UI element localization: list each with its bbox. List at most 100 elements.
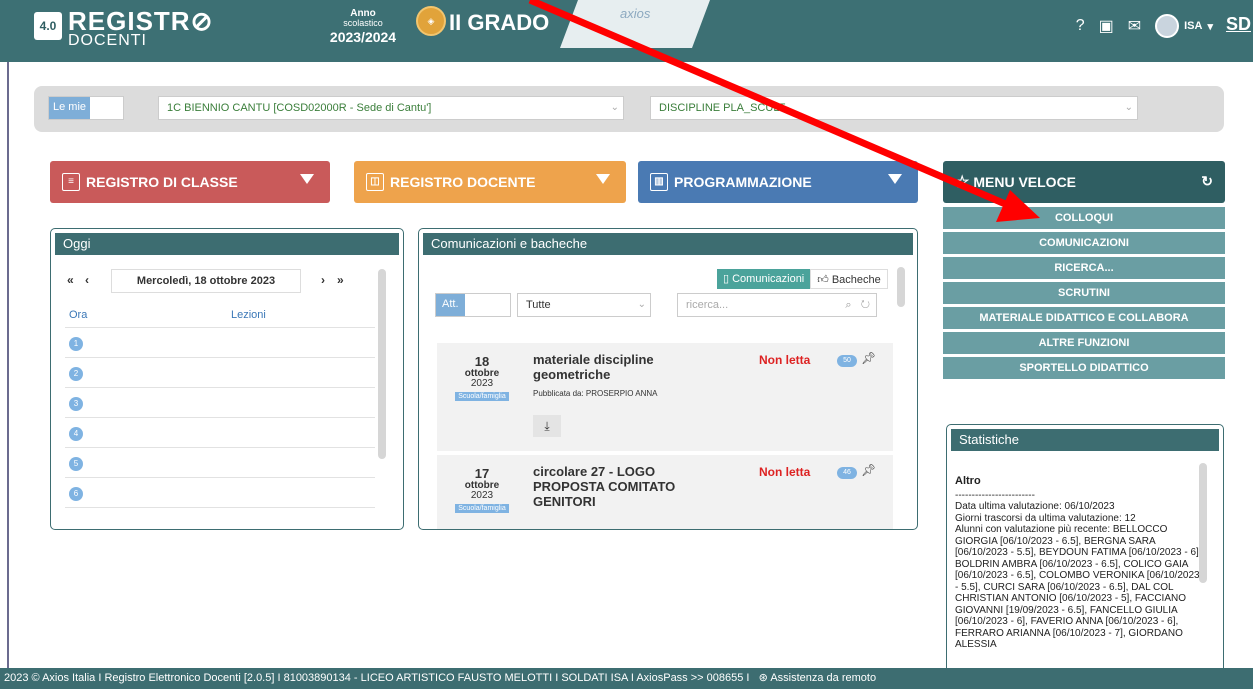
chevron-down-icon: ⌄ (1124, 102, 1133, 113)
prev-day-button[interactable]: ‹ (85, 273, 89, 287)
row-divider (65, 327, 375, 328)
anno-value: 2023/2024 (329, 28, 397, 45)
logo-icon: 4.0 (34, 12, 62, 40)
programmazione-button[interactable]: ▥ PROGRAMMAZIONE (638, 161, 918, 203)
item-count: 50 (837, 355, 857, 367)
app-header: 4.0 REGISTR⊘ DOCENTI Anno scolastico 202… (0, 0, 1253, 62)
tab-comunicazioni-label: Comunicazioni (732, 273, 805, 285)
oggi-scrollbar[interactable] (378, 269, 386, 459)
item-date: 18 ottobre 2023 Scuola/famiglia (455, 355, 509, 401)
grado-label: II GRADO (449, 10, 550, 35)
class-select-value: 1C BIENNIO CANTU [COSD02000R - Sede di C… (167, 102, 432, 114)
star-icon: ☆ (955, 174, 970, 191)
comunicazioni-panel: Comunicazioni e bacheche ▯ Comunicazioni… (418, 228, 918, 530)
quick-item-ricerca[interactable]: RICERCA... (943, 257, 1225, 279)
axios-tab[interactable]: axios (560, 0, 710, 48)
item-status: Non letta (759, 465, 811, 479)
filter-select[interactable]: Tutte ⌄ (517, 293, 651, 317)
hour-badge: 4 (69, 427, 83, 441)
school-badge-icon: ◈ (416, 6, 446, 36)
registro-docente-label: REGISTRO DOCENTE (390, 174, 536, 190)
hour-badge: 5 (69, 457, 83, 471)
chevron-down-icon: ⌄ (610, 102, 619, 113)
stat-students: Alunni con valutazione più recente: BELL… (955, 524, 1202, 651)
statistiche-panel: Statistiche Altro ----------------------… (946, 424, 1224, 674)
search-icon[interactable]: ⌕ (845, 299, 851, 311)
att-label: Att. (436, 294, 465, 316)
date-navigator: « ‹ Mercoledì, 18 ottobre 2023 › » (67, 269, 367, 293)
com-scrollbar[interactable] (897, 267, 905, 307)
com-tabs: ▯ Comunicazioni 👍︎ Bacheche (717, 269, 888, 289)
lemie-label: Le mie (49, 97, 91, 119)
menu-veloce-label: MENU VELOCE (973, 174, 1077, 190)
statistiche-body: Altro ------------------------ Data ulti… (955, 475, 1203, 651)
item-title[interactable]: circolare 27 - LOGO PROPOSTA COMITATO GE… (533, 464, 723, 510)
quick-menu: COLLOQUI COMUNICAZIONI RICERCA... SCRUTI… (943, 207, 1225, 382)
item-year: 2023 (470, 378, 494, 390)
history-icon[interactable]: ↻ (1201, 173, 1213, 190)
left-border (7, 62, 9, 668)
download-icon[interactable]: ⤓ (533, 415, 561, 437)
card-icon[interactable]: ▣ (1099, 16, 1114, 36)
row-divider (65, 417, 375, 418)
comunicazioni-title: Comunicazioni e bacheche (423, 233, 913, 255)
item-date: 17 ottobre 2023 Scuola/famiglia (455, 467, 509, 513)
quick-item-comunicazioni[interactable]: COMUNICAZIONI (943, 232, 1225, 254)
search-input[interactable]: ricerca... ⌕ ↻ (677, 293, 877, 317)
oggi-title: Oggi (55, 233, 399, 255)
att-toggle[interactable]: Att. (435, 293, 511, 317)
hour-badge: 2 (69, 367, 83, 381)
stat-last-eval: Data ultima valutazione: 06/10/2023 (955, 501, 1115, 513)
footer-text: 2023 © Axios Italia I Registro Elettroni… (4, 672, 750, 684)
lemie-toggle[interactable]: Le mie (48, 96, 124, 120)
refresh-icon[interactable]: ↻ (861, 299, 870, 311)
quick-item-scrutini[interactable]: SCRUTINI (943, 282, 1225, 304)
corner-link[interactable]: SD (1226, 14, 1251, 35)
logo-subtitle: DOCENTI (68, 32, 147, 49)
quick-item-colloqui[interactable]: COLLOQUI (943, 207, 1225, 229)
user-menu[interactable]: ISA ▾ (1155, 14, 1213, 38)
help-icon[interactable]: ? (1076, 17, 1085, 35)
tab-bacheche-label: Bacheche (831, 274, 881, 286)
footer: 2023 © Axios Italia I Registro Elettroni… (0, 668, 1253, 689)
filter-bar: Le mie 1C BIENNIO CANTU [COSD02000R - Se… (34, 86, 1224, 132)
pin-icon[interactable]: 📌︎ (861, 351, 876, 365)
current-date[interactable]: Mercoledì, 18 ottobre 2023 (111, 269, 301, 293)
next-day-button[interactable]: › (321, 273, 325, 287)
school-year[interactable]: Anno scolastico 2023/2024 (318, 8, 408, 45)
search-placeholder: ricerca... (686, 299, 729, 311)
quick-item-materiale[interactable]: MATERIALE DIDATTICO E COLLABORA (943, 307, 1225, 329)
last-day-button[interactable]: » (337, 273, 344, 287)
lezioni-header: Lezioni (231, 309, 266, 321)
stat-scrollbar[interactable] (1199, 463, 1207, 583)
tab-bacheche[interactable]: 👍︎ Bacheche (810, 269, 888, 289)
class-select[interactable]: 1C BIENNIO CANTU [COSD02000R - Sede di C… (158, 96, 624, 120)
assist-link[interactable]: Assistenza da remoto (770, 672, 876, 684)
assist-icon: ⊛ (752, 672, 771, 684)
pin-icon[interactable]: 📌︎ (861, 463, 876, 477)
list-item[interactable]: 18 ottobre 2023 Scuola/famiglia material… (437, 343, 893, 451)
row-divider (65, 357, 375, 358)
header-icons: ? ▣ ✉ ISA ▾ (1076, 14, 1213, 38)
row-divider (65, 447, 375, 448)
registro-docente-button[interactable]: ◫ REGISTRO DOCENTE (354, 161, 626, 203)
bookmark-icon: ▯ (723, 273, 733, 285)
scolastico-label: scolastico (343, 18, 383, 28)
subject-select[interactable]: DISCIPLINE PLA_SCULT ⌄ (650, 96, 1138, 120)
quick-item-sportello[interactable]: SPORTELLO DIDATTICO (943, 357, 1225, 379)
statistiche-title: Statistiche (951, 429, 1219, 451)
menu-veloce-button[interactable]: ☆ MENU VELOCE ↻ (943, 161, 1225, 203)
hour-badge: 3 (69, 397, 83, 411)
thumb-up-icon: 👍︎ (817, 274, 832, 286)
book-icon: ◫ (366, 173, 384, 191)
tab-comunicazioni[interactable]: ▯ Comunicazioni (717, 269, 811, 289)
list-item[interactable]: 17 ottobre 2023 Scuola/famiglia circolar… (437, 455, 893, 529)
chart-icon: ▥ (650, 173, 668, 191)
item-count: 46 (837, 467, 857, 479)
mail-icon[interactable]: ✉ (1128, 16, 1141, 36)
item-title[interactable]: materiale discipline geometriche (533, 352, 723, 383)
registro-classe-button[interactable]: ≡ REGISTRO DI CLASSE (50, 161, 330, 203)
first-day-button[interactable]: « (67, 273, 74, 287)
row-divider (65, 477, 375, 478)
quick-item-altre-funzioni[interactable]: ALTRE FUNZIONI (943, 332, 1225, 354)
